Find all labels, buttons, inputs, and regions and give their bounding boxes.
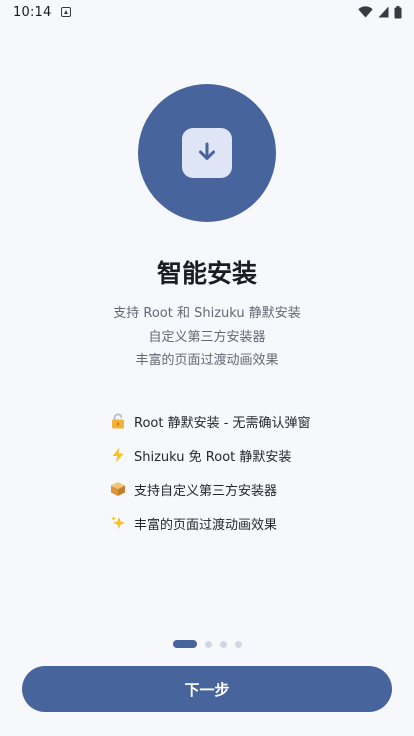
feature-text: Root 静默安装 - 无需确认弹窗 (134, 415, 311, 431)
download-tile (182, 128, 232, 178)
lightning-emoji-icon (110, 447, 134, 463)
status-right (358, 5, 402, 19)
subtitle: 支持 Root 和 Shizuku 静默安装 自定义第三方安装器 丰富的页面过渡… (0, 302, 414, 373)
feature-list: Root 静默安装 - 无需确认弹窗 Shizuku 免 Root 静默安装 支… (110, 404, 370, 540)
page-title: 智能安装 (156, 259, 257, 288)
next-button[interactable]: 下一步 (22, 666, 392, 712)
app-notification-icon (61, 7, 72, 17)
feature-item: 丰富的页面过渡动画效果 (110, 506, 370, 540)
subtitle-line: 丰富的页面过渡动画效果 (135, 353, 279, 368)
page-dot-active (172, 640, 197, 648)
page-indicator (0, 640, 414, 648)
battery-icon (394, 5, 402, 18)
subtitle-line: 支持 Root 和 Shizuku 静默安装 (113, 306, 301, 321)
feature-text: Shizuku 免 Root 静默安装 (134, 449, 292, 465)
hero-illustration (138, 84, 276, 222)
download-icon (199, 142, 215, 160)
package-emoji-icon (110, 481, 134, 497)
cell-signal-icon (378, 6, 389, 18)
subtitle-line: 自定义第三方安装器 (148, 329, 266, 345)
page-dot (219, 640, 227, 648)
status-left: 10:14 (13, 4, 72, 20)
wifi-icon (358, 6, 373, 18)
lock-emoji-icon (110, 413, 134, 429)
status-time: 10:14 (13, 4, 52, 20)
page-dot (204, 640, 212, 648)
feature-text: 支持自定义第三方安装器 (134, 483, 278, 499)
feature-item: 支持自定义第三方安装器 (110, 472, 370, 506)
feature-item: Shizuku 免 Root 静默安装 (110, 438, 370, 472)
onboarding-screen: 10:14 智能安装 支持 Root 和 Shizuku 静默安装 自定义第三方… (0, 0, 414, 736)
feature-item: Root 静默安装 - 无需确认弹窗 (110, 404, 370, 438)
feature-text: 丰富的页面过渡动画效果 (134, 517, 278, 533)
status-bar: 10:14 (0, 0, 414, 24)
page-dot (234, 640, 242, 648)
sparkles-emoji-icon (110, 515, 134, 531)
